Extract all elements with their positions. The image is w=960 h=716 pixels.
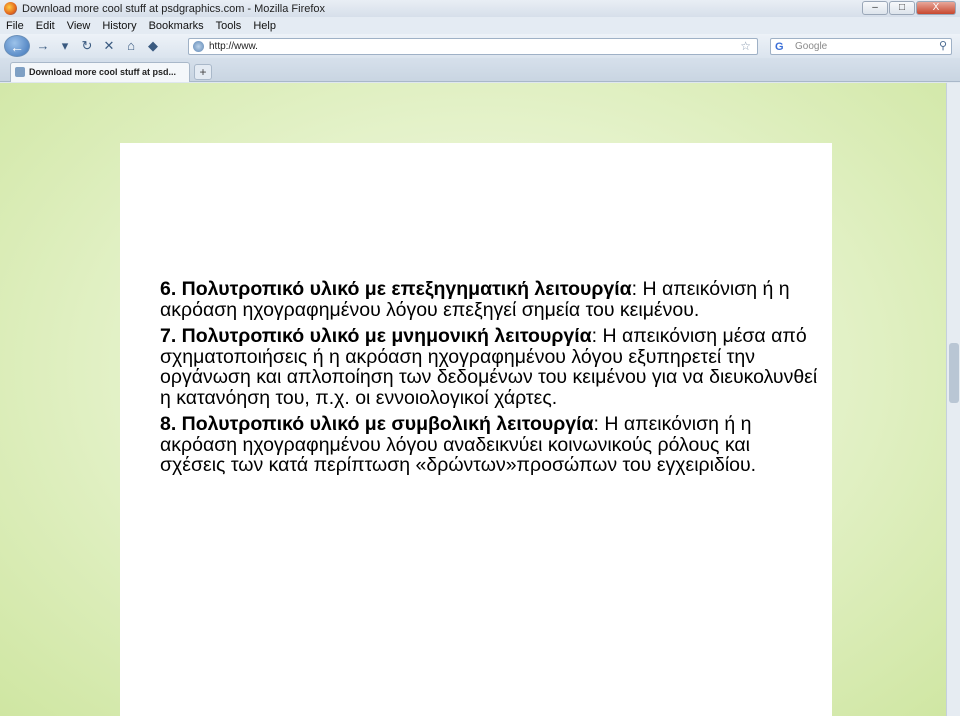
tab-label: Download more cool stuff at psd... (29, 67, 177, 77)
address-text: http://www. (209, 41, 258, 52)
reload-icon[interactable]: ↻ (78, 37, 96, 55)
content-text: 6. Πολυτροπικό υλικό με επεξηγηματική λε… (160, 279, 820, 476)
paragraph-6: 6. Πολυτροπικό υλικό με επεξηγηματική λε… (160, 279, 820, 320)
scrollbar-thumb[interactable] (949, 343, 959, 403)
home-icon[interactable]: ⌂ (122, 37, 140, 55)
address-bar[interactable]: http://www. ☆ (188, 38, 758, 55)
menu-bookmarks[interactable]: Bookmarks (149, 20, 204, 32)
window-title: Download more cool stuff at psdgraphics.… (22, 2, 326, 15)
window-title-bar: Download more cool stuff at psdgraphics.… (0, 0, 960, 17)
menu-help[interactable]: Help (253, 20, 276, 32)
search-placeholder: Google (795, 41, 828, 52)
menu-file[interactable]: File (6, 20, 24, 32)
google-icon[interactable]: G (775, 40, 784, 55)
addon-icon[interactable]: ◆ (144, 37, 162, 55)
magnifier-icon[interactable]: ⚲ (939, 39, 947, 54)
tab-active[interactable]: Download more cool stuff at psd... (10, 62, 190, 82)
menu-view[interactable]: View (67, 20, 91, 32)
back-arrow-icon[interactable]: ← (4, 35, 30, 57)
site-identity-icon[interactable] (193, 41, 204, 52)
paragraph-7-heading: 7. Πολυτροπικό υλικό με μνημονική λειτου… (160, 325, 592, 347)
paragraph-7: 7. Πολυτροπικό υλικό με μνημονική λειτου… (160, 326, 820, 408)
tab-favicon-icon (15, 67, 25, 77)
dropdown-icon[interactable]: ▾ (56, 37, 74, 55)
menu-history[interactable]: History (102, 20, 136, 32)
stop-icon[interactable]: ✕ (100, 37, 118, 55)
new-tab-button[interactable]: + (194, 64, 212, 80)
content-card: 6. Πολυτροπικό υλικό με επεξηγηματική λε… (120, 143, 832, 716)
star-icon[interactable]: ☆ (740, 39, 751, 54)
maximize-button[interactable]: □ (889, 1, 915, 15)
tab-bar: Download more cool stuff at psd... + (0, 58, 960, 82)
page-viewport: 6. Πολυτροπικό υλικό με επεξηγηματική λε… (0, 83, 960, 716)
window-controls: – □ X (862, 1, 956, 15)
firefox-icon (4, 2, 17, 15)
search-input[interactable]: G Google ⚲ (770, 38, 952, 55)
paragraph-8-heading: 8. Πολυτροπικό υλικό με συμβολική λειτου… (160, 413, 594, 435)
paragraph-6-heading: 6. Πολυτροπικό υλικό με επεξηγηματική λε… (160, 278, 632, 300)
close-button[interactable]: X (916, 1, 956, 15)
menu-tools[interactable]: Tools (216, 20, 242, 32)
vertical-scrollbar[interactable] (946, 83, 960, 716)
forward-arrow-icon[interactable]: → (34, 37, 52, 55)
paragraph-8: 8. Πολυτροπικό υλικό με συμβολική λειτου… (160, 414, 820, 476)
menu-edit[interactable]: Edit (36, 20, 55, 32)
navigation-toolbar: ← → ▾ ↻ ✕ ⌂ ◆ http://www. ☆ G Google ⚲ (0, 34, 960, 58)
minimize-button[interactable]: – (862, 1, 888, 15)
menu-bar: File Edit View History Bookmarks Tools H… (0, 17, 960, 34)
